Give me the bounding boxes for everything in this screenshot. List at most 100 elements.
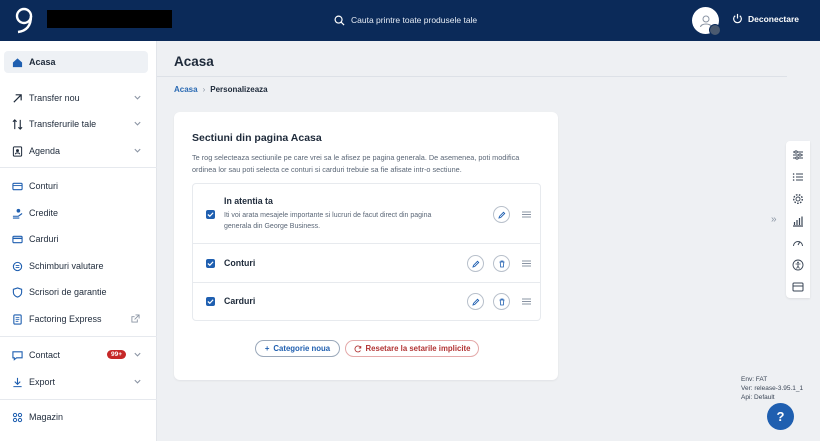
add-category-button[interactable]: + Categorie noua [255,340,340,357]
trash-icon [499,298,504,305]
api-label: Api: Default [741,394,775,401]
settings-badge-icon[interactable] [709,24,721,36]
card-icon [12,234,23,245]
sidebar-item-label: Factoring Express [29,314,102,324]
redacted-company-name [47,10,172,28]
sidebar-divider [0,336,157,337]
pencil-icon [471,298,479,306]
search-icon [334,15,345,26]
notification-badge: 99+ [106,350,126,359]
pencil-icon [471,260,479,268]
drag-handle-icon[interactable] [522,260,531,267]
page-title: Acasa [174,54,214,69]
delete-button[interactable] [493,255,510,272]
card-panel-icon[interactable] [792,280,804,292]
sidebar-item-export[interactable]: Export [4,371,148,393]
chevron-down-icon[interactable] [133,93,142,102]
credit-hand-icon [12,208,23,219]
sidebar-item-contact[interactable]: Contact 99+ [4,344,148,366]
sidebar-item-transfer-nou[interactable]: Transfer nou [4,87,148,109]
sidebar-item-schimburi-valutare[interactable]: Schimburi valutare [4,255,148,277]
accessibility-icon[interactable] [792,258,804,271]
sidebar-item-label: Acasa [29,57,56,67]
section-checkbox[interactable] [206,210,215,219]
section-row-conturi: Conturi [193,244,540,283]
reset-defaults-label: Resetare la setarile implicite [365,344,471,353]
sidebar-item-carduri[interactable]: Carduri [4,228,148,250]
sidebar-item-scrisori-de-garantie[interactable]: Scrisori de garantie [4,281,148,303]
download-icon [12,377,23,388]
sidebar-item-magazin[interactable]: Magazin [4,406,148,428]
breadcrumb-chevron-icon: › [202,85,206,94]
section-description: Iti voi arata mesajele importante si luc… [224,212,432,230]
sections-card: Sectiuni din pagina Acasa Te rog selecte… [174,112,558,380]
question-mark-icon: ? [776,409,785,424]
title-divider [157,76,787,77]
top-bar: Cauta printre toate produsele tale Decon… [0,0,820,41]
sidebar-divider [0,399,157,400]
version-label: Ver: release-3.95.1_1 [741,385,804,392]
sidebar-item-acasa[interactable]: Acasa [4,51,148,73]
external-link-icon[interactable] [131,314,140,323]
section-checkbox[interactable] [206,259,215,268]
pencil-icon [497,211,505,219]
currency-exchange-icon [12,261,23,272]
chevron-down-icon[interactable] [133,146,142,155]
breadcrumb-link-acasa[interactable]: Acasa [174,85,198,94]
sidebar-item-label: Agenda [29,146,61,156]
trash-icon [499,260,504,267]
sidebar-item-factoring-express[interactable]: Factoring Express [4,308,148,330]
contact-book-icon [12,145,23,157]
account-icon [12,181,23,192]
delete-button[interactable] [493,293,510,310]
section-checkbox[interactable] [206,297,215,306]
sidebar-item-label: Export [29,377,56,387]
bar-chart-icon[interactable] [792,214,804,227]
power-icon [733,13,742,24]
chevron-down-icon[interactable] [133,377,142,386]
sliders-icon[interactable] [792,148,804,160]
refresh-icon [354,344,361,352]
section-title: Conturi [224,258,256,268]
search-placeholder: Cauta printre toate produsele tale [351,15,478,25]
breadcrumb-current: Personalizeaza [210,85,268,94]
checkmark-icon [207,299,214,305]
gear-icon[interactable] [792,192,804,205]
sidebar-item-label: Scrisori de garantie [29,287,107,297]
sidebar-item-label: Credite [29,208,59,218]
environment-info: Env: FAT Ver: release-3.95.1_1 Api: Defa… [741,375,803,402]
chat-icon [12,350,23,361]
drag-handle-icon[interactable] [522,298,531,305]
list-icon[interactable] [792,170,804,182]
sidebar-item-label: Transferurile tale [29,119,97,129]
chevron-down-icon[interactable] [133,350,142,359]
george-logo-icon[interactable] [14,6,36,34]
reset-defaults-button[interactable]: Resetare la setarile implicite [345,340,479,357]
section-title: In atentia ta [224,196,273,206]
edit-button[interactable] [467,293,484,310]
user-avatar[interactable] [692,7,721,36]
shield-icon [12,286,23,298]
logout-button[interactable]: Deconectare [732,13,799,24]
chevron-down-icon[interactable] [133,119,142,128]
breadcrumb: Acasa › Personalizeaza [174,85,268,94]
plus-icon: + [264,344,270,353]
help-button[interactable]: ? [767,403,794,430]
sidebar-item-conturi[interactable]: Conturi [4,175,148,197]
drag-handle-icon[interactable] [522,211,531,218]
collapse-rail-icon[interactable]: » [771,214,777,225]
card-description: Te rog selecteaza sectiunile pe care vre… [192,153,520,174]
home-icon [12,57,23,68]
sidebar-item-label: Conturi [29,181,59,191]
document-icon [12,313,23,325]
sidebar-item-label: Transfer nou [29,93,80,103]
sidebar-item-agenda[interactable]: Agenda [4,140,148,162]
gauge-icon[interactable] [792,236,804,248]
edit-button[interactable] [467,255,484,272]
search-bar[interactable]: Cauta printre toate produsele tale [334,12,514,28]
edit-button[interactable] [493,206,510,223]
logout-label: Deconectare [748,13,800,24]
sidebar-item-credite[interactable]: Credite [4,202,148,224]
sidebar-item-label: Contact [29,350,61,360]
sidebar-item-transferurile-tale[interactable]: Transferurile tale [4,113,148,135]
